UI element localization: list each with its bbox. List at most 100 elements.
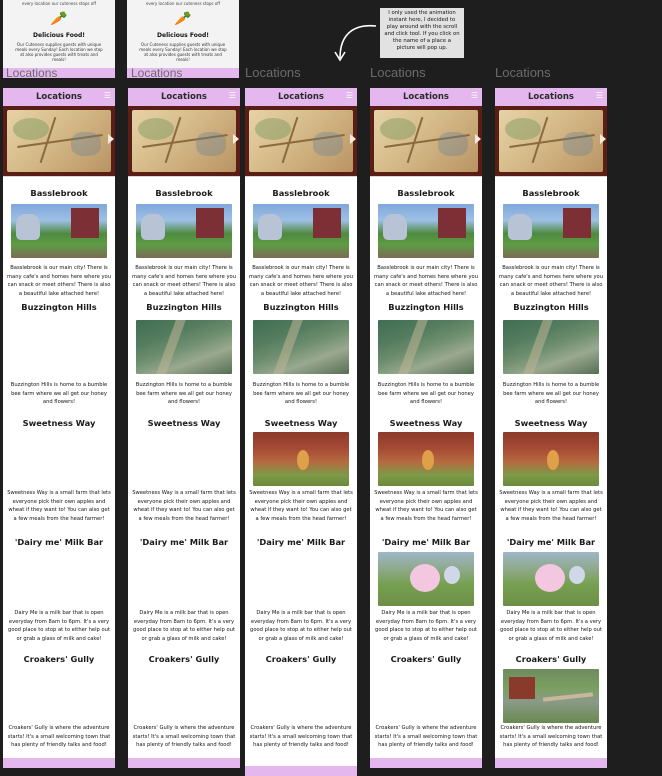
- map-next-arrow-icon[interactable]: [233, 134, 239, 144]
- phone-frame-2: Locations ☰ Basslebrook Basslebrook is o…: [128, 88, 240, 768]
- location-title-croakers-gully[interactable]: Croakers' Gully: [128, 654, 240, 664]
- location-title-dairy-me-milk-bar[interactable]: 'Dairy me' Milk Bar: [495, 537, 607, 547]
- location-description: Buzzington Hills is home to a bumble bee…: [10, 382, 108, 406]
- location-description: Sweetness Way is a small farm that lets …: [7, 490, 111, 522]
- footer-bar: [3, 758, 115, 768]
- map-banner[interactable]: [370, 106, 482, 176]
- location-description: Croakers' Gully is where the adventure s…: [7, 725, 111, 749]
- location-description: Basslebrook is our main city! There is m…: [374, 265, 478, 297]
- frame-label: Locations: [370, 65, 426, 80]
- location-title-croakers-gully[interactable]: Croakers' Gully: [3, 654, 115, 664]
- phone-frame-1: Locations ☰ Basslebrook Basslebrook is o…: [3, 88, 115, 768]
- location-description: Buzzington Hills is home to a bumble bee…: [252, 382, 350, 406]
- header-title: Locations: [36, 92, 82, 102]
- card-title: Delicious Food!: [157, 32, 209, 39]
- divider: [495, 176, 607, 177]
- location-description: Basslebrook is our main city! There is m…: [499, 265, 603, 297]
- locations-header: Locations ☰: [370, 88, 482, 106]
- location-title-croakers-gully[interactable]: Croakers' Gully: [370, 654, 482, 664]
- location-title-buzzington-hills[interactable]: Buzzington Hills: [3, 302, 115, 312]
- dairy-me-milk-bar-image: [378, 552, 474, 606]
- locations-header: Locations ☰: [495, 88, 607, 106]
- location-title-sweetness-way[interactable]: Sweetness Way: [128, 418, 240, 428]
- divider: [3, 176, 115, 177]
- map-image[interactable]: [499, 110, 603, 172]
- basslebrook-image: [136, 204, 232, 258]
- locations-header: Locations ☰: [128, 88, 240, 106]
- location-title-croakers-gully[interactable]: Croakers' Gully: [495, 654, 607, 664]
- location-title-sweetness-way[interactable]: Sweetness Way: [3, 418, 115, 428]
- map-next-arrow-icon[interactable]: [350, 134, 356, 144]
- location-description: Dairy Me is a milk bar that is open ever…: [8, 610, 110, 642]
- location-title-basslebrook[interactable]: Basslebrook: [495, 188, 607, 198]
- map-banner[interactable]: [495, 106, 607, 176]
- croakers-gully-image: [503, 669, 599, 723]
- hamburger-menu-icon[interactable]: ☰: [346, 92, 353, 100]
- card-title: Delicious Food!: [33, 32, 85, 39]
- location-title-buzzington-hills[interactable]: Buzzington Hills: [245, 302, 357, 312]
- location-description: Basslebrook is our main city! There is m…: [132, 265, 236, 297]
- map-banner[interactable]: [245, 106, 357, 176]
- header-title: Locations: [528, 92, 574, 102]
- buzzington-hills-image: [503, 320, 599, 374]
- location-title-dairy-me-milk-bar[interactable]: 'Dairy me' Milk Bar: [245, 537, 357, 547]
- location-title-basslebrook[interactable]: Basslebrook: [370, 188, 482, 198]
- map-image[interactable]: [7, 110, 111, 172]
- basslebrook-image: [503, 204, 599, 258]
- locations-header: Locations ☰: [3, 88, 115, 106]
- sweetness-way-image: [378, 432, 474, 486]
- ghost-label: Locations: [6, 66, 58, 80]
- card-body: Our Cuteness supplies guests with unique…: [139, 42, 227, 62]
- header-title: Locations: [161, 92, 207, 102]
- location-title-buzzington-hills[interactable]: Buzzington Hills: [128, 302, 240, 312]
- map-next-arrow-icon[interactable]: [600, 134, 606, 144]
- buzzington-hills-image: [253, 320, 349, 374]
- hamburger-menu-icon[interactable]: ☰: [229, 92, 236, 100]
- hamburger-menu-icon[interactable]: ☰: [104, 92, 111, 100]
- map-banner[interactable]: [3, 106, 115, 176]
- map-next-arrow-icon[interactable]: [475, 134, 481, 144]
- map-image[interactable]: [249, 110, 353, 172]
- location-title-dairy-me-milk-bar[interactable]: 'Dairy me' Milk Bar: [370, 537, 482, 547]
- location-title-sweetness-way[interactable]: Sweetness Way: [370, 418, 482, 428]
- location-title-basslebrook[interactable]: Basslebrook: [245, 188, 357, 198]
- divider: [370, 176, 482, 177]
- map-image[interactable]: [132, 110, 236, 172]
- locations-header: Locations ☰: [245, 88, 357, 106]
- location-title-dairy-me-milk-bar[interactable]: 'Dairy me' Milk Bar: [128, 537, 240, 547]
- map-next-arrow-icon[interactable]: [108, 134, 114, 144]
- location-description: Basslebrook is our main city! There is m…: [7, 265, 111, 297]
- clipped-text: every location our cuteness stops off: [145, 1, 220, 6]
- location-title-dairy-me-milk-bar[interactable]: 'Dairy me' Milk Bar: [3, 537, 115, 547]
- phone-frame-3: Locations ☰ Basslebrook Basslebrook is o…: [245, 88, 357, 776]
- divider: [245, 176, 357, 177]
- sweetness-way-image: [503, 432, 599, 486]
- location-description: Buzzington Hills is home to a bumble bee…: [135, 382, 233, 406]
- basslebrook-image: [11, 204, 107, 258]
- map-image[interactable]: [374, 110, 478, 172]
- location-description: Sweetness Way is a small farm that lets …: [132, 490, 236, 522]
- location-title-croakers-gully[interactable]: Croakers' Gully: [245, 654, 357, 664]
- location-description: Croakers' Gully is where the adventure s…: [499, 725, 603, 749]
- location-title-buzzington-hills[interactable]: Buzzington Hills: [370, 302, 482, 312]
- location-title-sweetness-way[interactable]: Sweetness Way: [495, 418, 607, 428]
- location-description: Dairy Me is a milk bar that is open ever…: [133, 610, 235, 642]
- phone-frame-5: Locations ☰ Basslebrook Basslebrook is o…: [495, 88, 607, 768]
- frame-label: Locations: [495, 65, 551, 80]
- ghost-label: Locations: [131, 66, 183, 80]
- map-banner[interactable]: [128, 106, 240, 176]
- dairy-me-milk-bar-image: [503, 552, 599, 606]
- location-title-sweetness-way[interactable]: Sweetness Way: [245, 418, 357, 428]
- hamburger-menu-icon[interactable]: ☰: [596, 92, 603, 100]
- buzzington-hills-image: [378, 320, 474, 374]
- basslebrook-image: [253, 204, 349, 258]
- location-title-basslebrook[interactable]: Basslebrook: [128, 188, 240, 198]
- location-description: Buzzington Hills is home to a bumble bee…: [502, 382, 600, 406]
- hamburger-menu-icon[interactable]: ☰: [471, 92, 478, 100]
- header-title: Locations: [278, 92, 324, 102]
- location-title-basslebrook[interactable]: Basslebrook: [3, 188, 115, 198]
- footer-bar: [495, 758, 607, 768]
- location-title-buzzington-hills[interactable]: Buzzington Hills: [495, 302, 607, 312]
- footer-bar: [245, 766, 357, 776]
- carrot-icon: 🥕: [174, 11, 192, 27]
